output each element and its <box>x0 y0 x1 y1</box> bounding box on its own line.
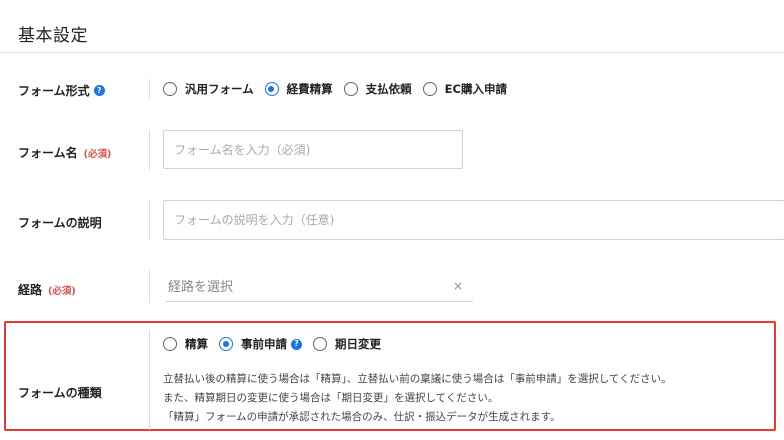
radio-label: EC購入申請 <box>444 82 507 96</box>
required-badge: (必須) <box>83 148 112 160</box>
divider-line <box>149 79 150 99</box>
divider-line <box>149 200 150 240</box>
radio-label: 期日変更 <box>335 337 381 351</box>
form-kind-help-line-1: 立替払い後の精算に使う場合は「精算」、立替払い前の稟議に使う場合は「事前申請」を… <box>163 373 672 385</box>
radio-circle <box>343 82 358 96</box>
radio-label: 汎用フォーム <box>185 82 254 96</box>
clear-icon[interactable]: × <box>453 279 463 293</box>
radio-circle <box>313 337 327 351</box>
form-description-input[interactable] <box>163 200 784 240</box>
radio-label: 事前申請 <box>241 337 287 351</box>
form-kind-label-row: フォームの種類 <box>18 384 102 401</box>
form-kind-help-line-2: また、精算期日の変更に使う場合は「期日変更」を選択してください。 <box>163 392 499 404</box>
radio-expense-settlement[interactable]: 経費精算 <box>264 81 333 97</box>
form-name-label-row: フォーム名 (必須) <box>18 144 111 161</box>
route-label: 経路 <box>18 283 43 297</box>
radio-general-form[interactable]: 汎用フォーム <box>163 81 254 97</box>
radio-circle <box>163 82 177 96</box>
radio-payment-request[interactable]: 支払依頼 <box>343 81 412 97</box>
form-name-label: フォーム名 <box>18 146 78 160</box>
form-kind-help-line-3: 「精算」フォームの申請が承認された場合のみ、仕訳・振込データが生成されます。 <box>163 411 561 423</box>
form-kind-radio-group: 精算 事前申請 ? 期日変更 <box>163 336 392 352</box>
route-select-placeholder: 経路を選択 <box>168 280 234 295</box>
required-badge: (必須) <box>48 285 76 297</box>
form-description-label-row: フォームの説明 <box>18 214 102 231</box>
radio-circle-checked <box>219 337 233 351</box>
form-description-label: フォームの説明 <box>18 216 102 230</box>
radio-label: 支払依頼 <box>365 82 412 96</box>
help-icon[interactable]: ? <box>291 338 302 350</box>
form-type-radio-group: 汎用フォーム 経費精算 支払依頼 EC購入申請 <box>163 81 518 97</box>
divider-line <box>149 330 150 430</box>
form-type-label: フォーム形式 <box>18 84 90 98</box>
form-type-label-row: フォーム形式 ? <box>18 82 105 99</box>
radio-circle <box>422 82 437 96</box>
divider-line <box>149 130 150 170</box>
help-icon[interactable]: ? <box>93 85 105 96</box>
route-label-row: 経路 (必須) <box>18 281 76 298</box>
radio-ec-purchase[interactable]: EC購入申請 <box>422 81 507 97</box>
form-name-input[interactable] <box>163 130 463 169</box>
form-kind-label: フォームの種類 <box>18 386 102 400</box>
radio-label: 経費精算 <box>286 82 333 96</box>
radio-label: 精算 <box>185 337 208 351</box>
radio-circle <box>163 337 177 351</box>
radio-advance-request[interactable]: 事前申請 ? <box>219 336 302 352</box>
radio-due-date-change[interactable]: 期日変更 <box>313 336 381 352</box>
radio-settlement[interactable]: 精算 <box>163 336 208 352</box>
route-select[interactable]: 経路を選択 × <box>166 270 473 302</box>
basic-settings-page: 基本設定 フォーム形式 ? 汎用フォーム 経費精算 支払依頼 EC購入申請 フォ… <box>0 0 784 440</box>
divider-line <box>149 270 150 303</box>
section-divider <box>0 52 784 53</box>
section-title: 基本設定 <box>18 26 88 46</box>
radio-circle-checked <box>264 82 279 96</box>
